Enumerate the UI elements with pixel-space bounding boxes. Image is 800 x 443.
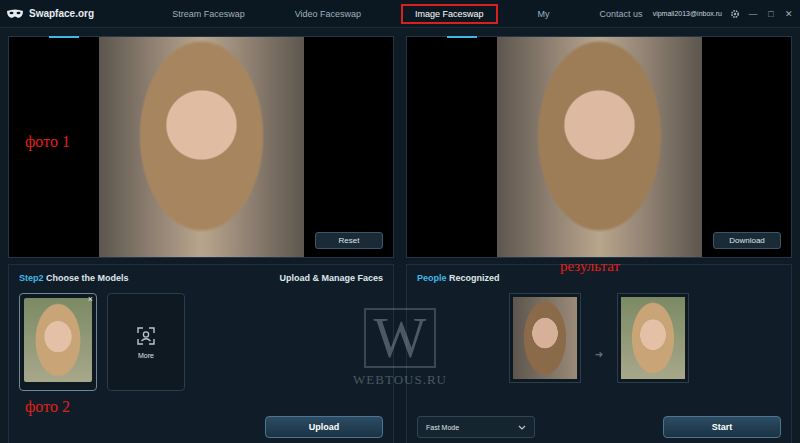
annotation: результат xyxy=(560,258,620,275)
detected-face[interactable] xyxy=(509,293,581,383)
face-photo xyxy=(621,297,685,379)
app-window: Swapface.org Stream Faceswap Video Facesw… xyxy=(0,0,800,443)
models-panel: Step2 Choose the Models Upload & Manage … xyxy=(8,264,394,443)
arrow: ➜ xyxy=(595,349,603,360)
model-photo xyxy=(24,298,92,382)
people-panel: People Recognized ➜ Fast Mode Start xyxy=(406,264,792,443)
model-card[interactable]: × xyxy=(19,293,97,391)
user-email[interactable]: vipmail2013@inbox.ru xyxy=(653,10,722,17)
panel-header: Step2 Choose the Models Upload & Manage … xyxy=(19,273,383,283)
window-control[interactable]: ✕ xyxy=(784,9,794,19)
more-label: More xyxy=(138,352,154,359)
logo-text: Swapface.org xyxy=(29,8,94,19)
target-face[interactable] xyxy=(617,293,689,383)
result-panel: Download xyxy=(406,36,792,258)
reset-button[interactable]: Reset xyxy=(315,232,383,249)
workspace: фото 1 Reset Download Step2 Choose the M… xyxy=(0,28,800,443)
watermark-logo: W xyxy=(364,308,437,368)
more-card[interactable]: More xyxy=(107,293,185,391)
nav-tab[interactable]: Image Faceswap xyxy=(401,4,498,24)
source-photo xyxy=(99,37,304,257)
nav-tab[interactable]: Stream Faceswap xyxy=(162,4,255,24)
start-button[interactable]: Start xyxy=(663,416,781,438)
mode-value: Fast Mode xyxy=(426,424,459,431)
window-tools: vipmail2013@inbox.ru — □ ✕ xyxy=(653,9,794,19)
model-list: × More xyxy=(19,283,383,416)
mode-dropdown[interactable]: Fast Mode xyxy=(417,416,535,438)
nav-tab[interactable]: Contact us xyxy=(590,4,653,24)
gear-icon[interactable] xyxy=(730,9,740,19)
window-control[interactable]: — xyxy=(748,9,758,19)
panel-title: Step2 Choose the Models xyxy=(19,273,129,283)
panel-footer: Fast Mode Start xyxy=(417,416,781,438)
nav-tab[interactable]: Video Faceswap xyxy=(285,4,371,24)
panel-title: People Recognized xyxy=(417,273,500,283)
top-bar: Swapface.org Stream Faceswap Video Facesw… xyxy=(0,0,800,28)
face-photo xyxy=(513,297,577,379)
watermark: W WEBTOUS.RU xyxy=(340,308,460,388)
recognized-faces: ➜ xyxy=(417,283,781,416)
upload-button[interactable]: Upload xyxy=(265,416,383,438)
face-scan-icon xyxy=(136,326,156,346)
remove-button[interactable]: × xyxy=(88,294,93,304)
mask-icon xyxy=(6,9,24,19)
source-panel: фото 1 Reset xyxy=(8,36,394,258)
download-button[interactable]: Download xyxy=(713,232,781,249)
annotation: фото 2 xyxy=(25,398,70,416)
watermark-text: WEBTOUS.RU xyxy=(353,372,447,388)
result-photo xyxy=(497,37,702,257)
panel-footer: Upload xyxy=(19,416,383,438)
chevron-down-icon xyxy=(518,425,526,430)
manage-faces-link[interactable]: Upload & Manage Faces xyxy=(279,273,383,283)
annotation: фото 1 xyxy=(25,133,70,151)
nav-tabs: Stream Faceswap Video Faceswap Image Faces… xyxy=(162,4,652,24)
window-control[interactable]: □ xyxy=(766,9,776,19)
panel-header: People Recognized xyxy=(417,273,781,283)
nav-tab[interactable]: My xyxy=(528,4,560,24)
logo[interactable]: Swapface.org xyxy=(6,8,162,19)
